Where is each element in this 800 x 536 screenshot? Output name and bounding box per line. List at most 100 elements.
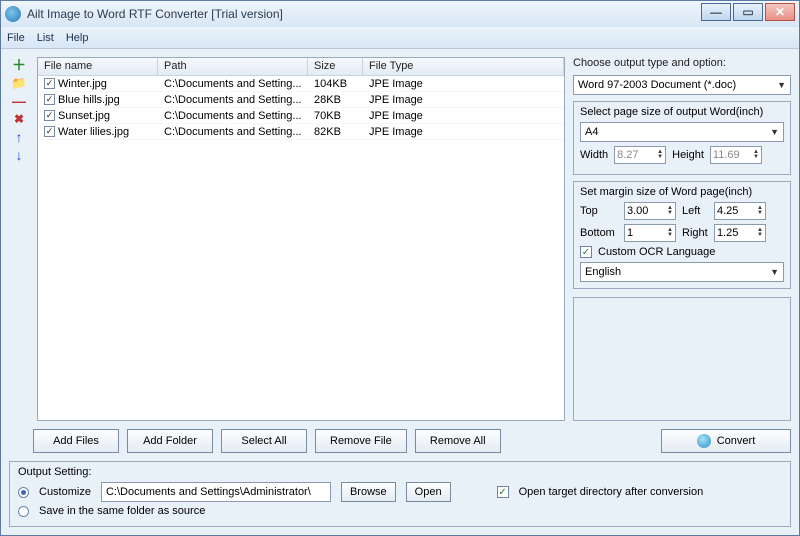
table-row[interactable]: ✓Sunset.jpgC:\Documents and Setting...70… [38, 108, 564, 124]
convert-label: Convert [717, 435, 756, 447]
menu-list[interactable]: List [37, 32, 54, 44]
options-blank-area [573, 297, 791, 421]
select-all-button[interactable]: Select All [221, 429, 307, 453]
save-same-radio[interactable] [18, 506, 29, 517]
page-size-group: Select page size of output Word(inch) A4… [573, 101, 791, 175]
titlebar: Ailt Image to Word RTF Converter [Trial … [1, 1, 799, 27]
toolbar-vertical: ＋ 📁 — ✖ ↑ ↓ [9, 57, 29, 421]
cell-size: 82KB [308, 124, 363, 139]
open-button[interactable]: Open [406, 482, 451, 502]
bottom-input[interactable]: 1▲▼ [624, 224, 676, 242]
app-icon [5, 6, 21, 22]
spin-icon[interactable]: ▲▼ [757, 206, 763, 216]
options-panel: Choose output type and option: Word 97-2… [573, 57, 791, 421]
minimize-button[interactable]: — [701, 3, 731, 21]
cell-type: JPE Image [363, 124, 564, 139]
move-up-icon[interactable]: ↑ [11, 131, 27, 143]
window-controls: — ▭ ✕ [701, 3, 795, 21]
output-type-label: Choose output type and option: [573, 57, 791, 69]
menu-file[interactable]: File [7, 32, 25, 44]
ocr-language-select[interactable]: English ▼ [580, 262, 784, 282]
browse-button[interactable]: Browse [341, 482, 396, 502]
ocr-language-value: English [585, 266, 621, 278]
top-label: Top [580, 205, 618, 217]
menu-help[interactable]: Help [66, 32, 89, 44]
remove-file-button[interactable]: Remove File [315, 429, 407, 453]
output-type-select[interactable]: Word 97-2003 Document (*.doc) ▼ [573, 75, 791, 95]
cell-size: 28KB [308, 92, 363, 107]
cell-path: C:\Documents and Setting... [158, 76, 308, 91]
top-input[interactable]: 3.00▲▼ [624, 202, 676, 220]
col-path[interactable]: Path [158, 58, 308, 75]
margins-group: Set margin size of Word page(inch) Top 3… [573, 181, 791, 289]
col-filename[interactable]: File name [38, 58, 158, 75]
cell-path: C:\Documents and Setting... [158, 92, 308, 107]
cell-filename: ✓Water lilies.jpg [38, 124, 158, 139]
remove-icon[interactable]: — [11, 95, 27, 107]
close-button[interactable]: ✕ [765, 3, 795, 21]
output-setting-group: Output Setting: Customize C:\Documents a… [9, 461, 791, 527]
table-row[interactable]: ✓Blue hills.jpgC:\Documents and Setting.… [38, 92, 564, 108]
action-row: Add Files Add Folder Select All Remove F… [1, 429, 799, 461]
add-file-icon[interactable]: ＋ [11, 59, 27, 71]
spin-icon[interactable]: ▲▼ [757, 228, 763, 238]
window-title: Ailt Image to Word RTF Converter [Trial … [27, 7, 283, 21]
cell-type: JPE Image [363, 108, 564, 123]
add-folder-icon[interactable]: 📁 [11, 77, 27, 89]
cell-filename: ✓Sunset.jpg [38, 108, 158, 123]
chevron-down-icon: ▼ [777, 80, 786, 90]
ocr-checkbox[interactable]: ✓ [580, 246, 592, 258]
spin-icon[interactable]: ▲▼ [753, 150, 759, 160]
table-row[interactable]: ✓Winter.jpgC:\Documents and Setting...10… [38, 76, 564, 92]
maximize-button[interactable]: ▭ [733, 3, 763, 21]
left-label: Left [682, 205, 708, 217]
row-checkbox[interactable]: ✓ [44, 78, 55, 89]
page-preset-value: A4 [585, 126, 598, 138]
spin-icon[interactable]: ▲▼ [667, 206, 673, 216]
open-after-checkbox[interactable]: ✓ [497, 486, 509, 498]
height-label: Height [672, 149, 704, 161]
output-path-input[interactable]: C:\Documents and Settings\Administrator\ [101, 482, 331, 502]
add-files-button[interactable]: Add Files [33, 429, 119, 453]
col-filetype[interactable]: File Type [363, 58, 564, 75]
table-row[interactable]: ✓Water lilies.jpgC:\Documents and Settin… [38, 124, 564, 140]
spin-icon[interactable]: ▲▼ [667, 228, 673, 238]
output-setting-label: Output Setting: [18, 466, 782, 478]
remove-all-button[interactable]: Remove All [415, 429, 501, 453]
cell-path: C:\Documents and Setting... [158, 108, 308, 123]
move-down-icon[interactable]: ↓ [11, 149, 27, 161]
file-list-header: File name Path Size File Type [38, 58, 564, 76]
remove-all-icon[interactable]: ✖ [11, 113, 27, 125]
page-size-label: Select page size of output Word(inch) [580, 106, 784, 118]
customize-radio[interactable] [18, 487, 29, 498]
cell-filename: ✓Blue hills.jpg [38, 92, 158, 107]
spin-icon[interactable]: ▲▼ [657, 150, 663, 160]
col-size[interactable]: Size [308, 58, 363, 75]
row-checkbox[interactable]: ✓ [44, 126, 55, 137]
cell-filename: ✓Winter.jpg [38, 76, 158, 91]
ocr-label: Custom OCR Language [598, 246, 715, 258]
height-input[interactable]: 11.69▲▼ [710, 146, 762, 164]
width-input[interactable]: 8.27▲▼ [614, 146, 666, 164]
right-input[interactable]: 1.25▲▼ [714, 224, 766, 242]
open-after-label: Open target directory after conversion [519, 486, 704, 498]
margins-label: Set margin size of Word page(inch) [580, 186, 784, 198]
row-checkbox[interactable]: ✓ [44, 110, 55, 121]
save-same-label: Save in the same folder as source [39, 505, 205, 517]
bottom-label: Bottom [580, 227, 618, 239]
chevron-down-icon: ▼ [770, 127, 779, 137]
convert-button[interactable]: Convert [661, 429, 791, 453]
output-type-value: Word 97-2003 Document (*.doc) [578, 79, 736, 91]
left-input[interactable]: 4.25▲▼ [714, 202, 766, 220]
page-preset-select[interactable]: A4 ▼ [580, 122, 784, 142]
cell-type: JPE Image [363, 76, 564, 91]
right-label: Right [682, 227, 708, 239]
chevron-down-icon: ▼ [770, 267, 779, 277]
cell-type: JPE Image [363, 92, 564, 107]
row-checkbox[interactable]: ✓ [44, 94, 55, 105]
file-list-rows: ✓Winter.jpgC:\Documents and Setting...10… [38, 76, 564, 420]
cell-size: 104KB [308, 76, 363, 91]
add-folder-button[interactable]: Add Folder [127, 429, 213, 453]
body-area: ＋ 📁 — ✖ ↑ ↓ File name Path Size File Typ… [1, 49, 799, 429]
cell-path: C:\Documents and Setting... [158, 124, 308, 139]
